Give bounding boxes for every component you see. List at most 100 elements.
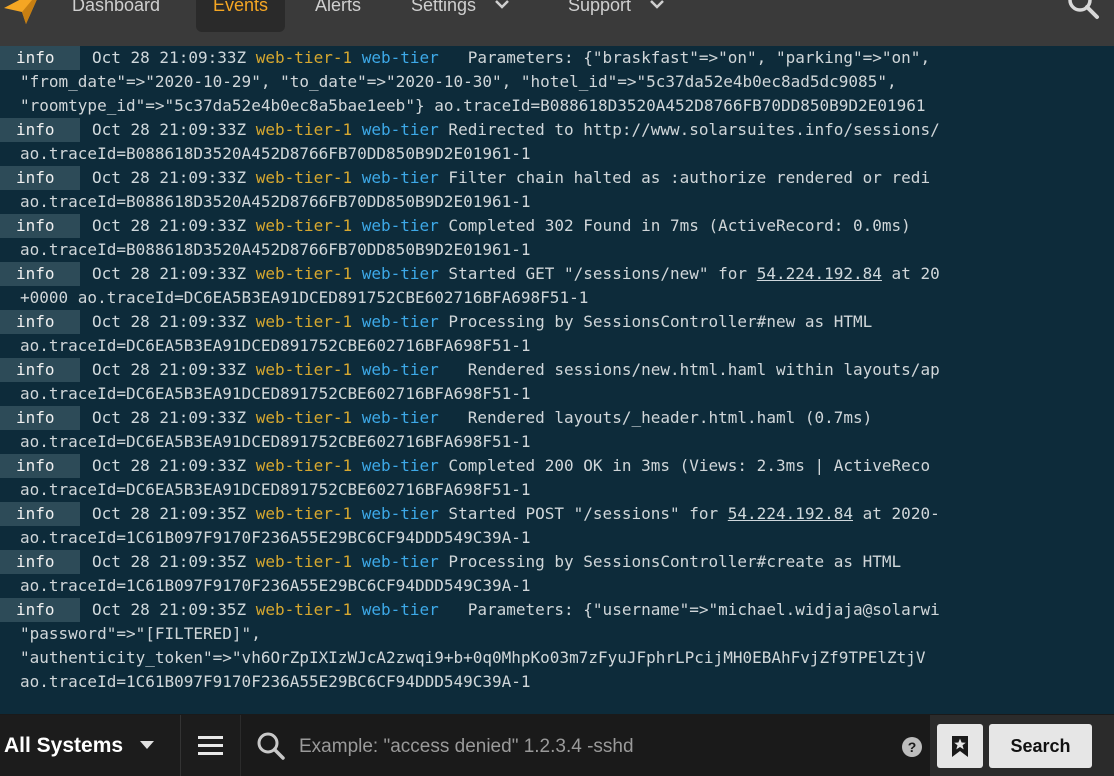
log-program[interactable]: web-tier [362,552,439,571]
log-hostname[interactable]: web-tier-1 [256,456,352,475]
log-message: ao.traceId=B088618D3520A452D8766FB70DD85… [20,144,531,163]
log-entry-continuation-line: "roomtype_id"=>"5c37da52e4b0ec8a5bae1eeb… [0,94,1114,118]
log-message: Parameters: {"braskfast"=>"on", "parking… [438,48,931,67]
log-entry[interactable]: info Oct 28 21:09:33Z web-tier-1 web-tier… [0,118,1114,166]
log-timestamp [352,264,362,283]
log-program[interactable]: web-tier [362,48,439,67]
help-icon[interactable]: ? [902,737,922,757]
log-entry[interactable]: info Oct 28 21:09:33Z web-tier-1 web-tier… [0,358,1114,406]
nav-alerts[interactable]: Alerts [315,0,361,32]
log-entry-header-line: info Oct 28 21:09:35Z web-tier-1 web-tier… [0,550,1114,574]
log-hostname[interactable]: web-tier-1 [256,600,352,619]
log-program[interactable]: web-tier [362,264,439,283]
log-message: ao.traceId=DC6EA5B3EA91DCED891752CBE6027… [20,336,531,355]
log-hostname[interactable]: web-tier-1 [256,408,352,427]
log-program[interactable]: web-tier [362,120,439,139]
log-level-badge: info [0,454,80,478]
log-message: Filter chain halted as :authorize render… [438,168,931,187]
search-input[interactable] [297,729,861,765]
log-entry[interactable]: info Oct 28 21:09:33Z web-tier-1 web-tier… [0,46,1114,118]
log-hostname[interactable]: web-tier-1 [256,360,352,379]
log-message: ao.traceId=B088618D3520A452D8766FB70DD85… [20,192,531,211]
log-entry[interactable]: info Oct 28 21:09:33Z web-tier-1 web-tier… [0,262,1114,310]
log-level-badge: info [0,310,80,334]
log-hostname[interactable]: web-tier-1 [256,120,352,139]
nav-events[interactable]: Events [196,0,286,32]
saved-search-button[interactable] [937,724,983,768]
chevron-down-icon [495,0,509,9]
log-program[interactable]: web-tier [362,408,439,427]
log-timestamp [352,408,362,427]
hamburger-menu-icon [198,744,223,747]
nav-support-label: Support [568,0,632,15]
log-entry[interactable]: info Oct 28 21:09:33Z web-tier-1 web-tier… [0,166,1114,214]
log-entry-header-line: info Oct 28 21:09:33Z web-tier-1 web-tier… [0,46,1114,70]
menu-button[interactable] [180,715,240,776]
log-entry[interactable]: info Oct 28 21:09:33Z web-tier-1 web-tier… [0,310,1114,358]
log-entry[interactable]: info Oct 28 21:09:33Z web-tier-1 web-tier… [0,406,1114,454]
log-program[interactable]: web-tier [362,456,439,475]
log-program[interactable]: web-tier [362,360,439,379]
log-timestamp [352,360,362,379]
systems-select[interactable]: All Systems [0,715,180,776]
search-box: ? [241,715,930,776]
log-entry-continuation-line: +0000 ao.traceId=DC6EA5B3EA91DCED891752C… [0,286,1114,310]
log-program[interactable]: web-tier [362,504,439,523]
log-entry-continuation-line: ao.traceId=1C61B097F9170F236A55E29BC6CF9… [0,526,1114,550]
log-timestamp: Oct 28 21:09:35Z [92,600,256,619]
log-timestamp [352,552,362,571]
log-entry[interactable]: info Oct 28 21:09:35Z web-tier-1 web-tier… [0,598,1114,694]
log-timestamp: Oct 28 21:09:33Z [92,408,256,427]
log-timestamp [352,600,362,619]
caret-down-icon [140,741,154,749]
log-timestamp [352,168,362,187]
log-hostname[interactable]: web-tier-1 [256,312,352,331]
log-ip-link[interactable]: 54.224.192.84 [728,504,853,523]
search-button[interactable]: Search [989,724,1092,768]
nav-support[interactable]: Support [568,0,664,32]
chevron-down-icon [650,0,664,9]
log-entry-header-line: info Oct 28 21:09:33Z web-tier-1 web-tier… [0,454,1114,478]
log-timestamp: Oct 28 21:09:33Z [92,312,256,331]
log-timestamp [352,120,362,139]
log-hostname[interactable]: web-tier-1 [256,48,352,67]
log-level-badge: info [0,262,80,286]
log-message: Started POST "/sessions" for [438,504,728,523]
log-hostname[interactable]: web-tier-1 [256,264,352,283]
log-entry-continuation-line: ao.traceId=DC6EA5B3EA91DCED891752CBE6027… [0,430,1114,454]
log-level-badge: info [0,214,80,238]
log-level-badge: info [0,502,80,526]
log-hostname[interactable]: web-tier-1 [256,168,352,187]
search-bar: All Systems ? Search [0,714,1114,776]
log-timestamp [352,48,362,67]
log-entry[interactable]: info Oct 28 21:09:35Z web-tier-1 web-tier… [0,502,1114,550]
logo-icon[interactable] [2,0,44,26]
log-message: Parameters: {"username"=>"michael.widjaj… [438,600,940,619]
log-timestamp [352,312,362,331]
log-hostname[interactable]: web-tier-1 [256,504,352,523]
log-entry-header-line: info Oct 28 21:09:33Z web-tier-1 web-tier… [0,406,1114,430]
log-entry-continuation-line: ao.traceId=DC6EA5B3EA91DCED891752CBE6027… [0,478,1114,502]
nav-events-label: Events [213,0,269,15]
log-entry[interactable]: info Oct 28 21:09:33Z web-tier-1 web-tier… [0,214,1114,262]
log-hostname[interactable]: web-tier-1 [256,552,352,571]
event-log[interactable]: info Oct 28 21:09:33Z web-tier-1 web-tier… [0,46,1114,700]
log-program[interactable]: web-tier [362,216,439,235]
search-icon[interactable] [1066,0,1100,20]
search-button-label: Search [1010,736,1071,756]
log-message: ao.traceId=DC6EA5B3EA91DCED891752CBE6027… [20,384,531,403]
log-program[interactable]: web-tier [362,312,439,331]
log-entry-header-line: info Oct 28 21:09:33Z web-tier-1 web-tier… [0,214,1114,238]
log-ip-link[interactable]: 54.224.192.84 [757,264,882,283]
nav-settings[interactable]: Settings [411,0,509,32]
log-entry[interactable]: info Oct 28 21:09:35Z web-tier-1 web-tier… [0,550,1114,598]
log-message: ao.traceId=DC6EA5B3EA91DCED891752CBE6027… [20,432,531,451]
log-hostname[interactable]: web-tier-1 [256,216,352,235]
log-timestamp [352,216,362,235]
log-message: ao.traceId=B088618D3520A452D8766FB70DD85… [20,240,531,259]
log-entry[interactable]: info Oct 28 21:09:33Z web-tier-1 web-tier… [0,454,1114,502]
nav-dashboard[interactable]: Dashboard [72,0,160,32]
log-program[interactable]: web-tier [362,168,439,187]
log-message: Started GET "/sessions/new" for [438,264,757,283]
log-program[interactable]: web-tier [362,600,439,619]
